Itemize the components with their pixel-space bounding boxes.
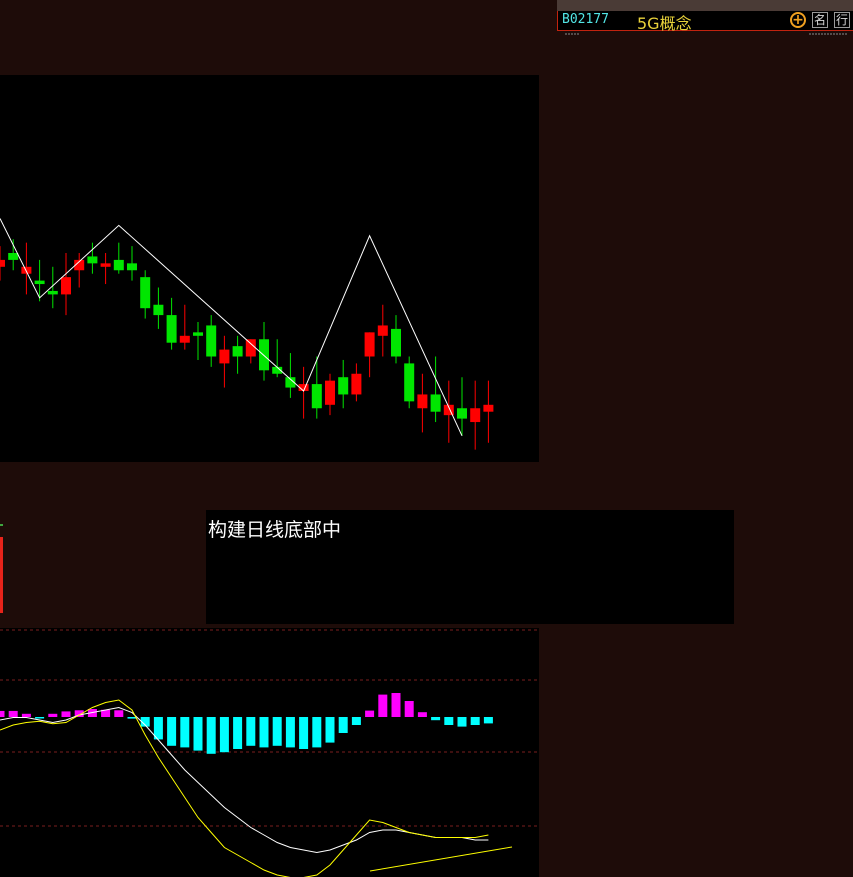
- macd-chart[interactable]: [0, 628, 539, 877]
- macd-bar: [470, 717, 480, 725]
- candle-body: [338, 377, 349, 395]
- macd-bar: [325, 717, 335, 743]
- window-top-strip: [557, 0, 853, 11]
- macd-bar: [312, 717, 322, 748]
- candle-body: [127, 263, 137, 271]
- candle-body: [325, 380, 335, 405]
- candle-body: [153, 304, 164, 316]
- candle-body: [113, 259, 124, 271]
- candle-body: [417, 394, 428, 409]
- candle-body: [430, 394, 441, 412]
- kline-chart[interactable]: [0, 75, 539, 462]
- candle-body: [47, 290, 58, 295]
- status-message: 构建日线底部中: [208, 519, 342, 541]
- quote-bar: B02177 5G概念 + 名 行: [557, 10, 853, 34]
- macd-bar: [180, 717, 190, 748]
- macd-bar: [259, 717, 269, 748]
- candle-body: [61, 277, 71, 295]
- macd-bar: [246, 717, 256, 746]
- macd-bar: [299, 717, 309, 749]
- candle-body: [193, 332, 203, 336]
- candle-body: [140, 277, 151, 309]
- candle-body: [21, 266, 32, 274]
- macd-bar: [483, 717, 493, 724]
- macd-bar: [167, 717, 177, 746]
- dea-line: [0, 699, 489, 877]
- macd-bar: [378, 694, 388, 717]
- candle-body: [391, 328, 401, 357]
- macd-bar: [351, 717, 361, 725]
- macd-bar: [0, 710, 5, 717]
- macd-bar: [233, 717, 243, 749]
- candle-body: [377, 325, 388, 336]
- candle-body: [100, 263, 111, 267]
- macd-bar: [219, 717, 229, 753]
- candle-body: [219, 349, 230, 364]
- industry-button[interactable]: 行: [834, 12, 850, 28]
- macd-bar: [365, 710, 375, 717]
- candle-body: [470, 408, 481, 423]
- macd-bar: [114, 710, 124, 717]
- candle-body: [232, 346, 243, 357]
- left-axis-tick: [0, 524, 3, 526]
- candle-body: [457, 408, 467, 419]
- macd-bar: [21, 713, 31, 717]
- macd-bar: [8, 710, 18, 717]
- candle-body: [206, 325, 217, 357]
- macd-bar: [431, 717, 441, 721]
- candle-body: [483, 404, 494, 412]
- macd-bar: [404, 701, 414, 717]
- dif-line: [0, 706, 489, 854]
- macd-bar: [457, 717, 467, 727]
- macd-bar: [193, 717, 203, 751]
- candle-body: [179, 335, 190, 343]
- stock-code[interactable]: B02177: [562, 12, 609, 27]
- macd-bar: [391, 693, 401, 717]
- left-volume-marker: [0, 537, 3, 613]
- candle-body: [245, 339, 256, 357]
- zigzag-trend-line: [0, 218, 463, 437]
- kline-chart-panel[interactable]: [0, 75, 539, 462]
- candle-body: [34, 280, 45, 285]
- macd-bar: [417, 712, 427, 717]
- candle-body: [311, 384, 322, 409]
- macd-bar: [61, 711, 71, 717]
- macd-bar: [35, 717, 45, 719]
- quote-subline: [565, 33, 847, 35]
- candle-body: [259, 339, 269, 371]
- macd-chart-panel[interactable]: [0, 628, 539, 877]
- candle-body: [351, 373, 362, 395]
- macd-bar: [338, 717, 348, 733]
- candle-body: [0, 259, 5, 267]
- candle-body: [166, 315, 177, 343]
- macd-bar: [48, 713, 58, 717]
- macd-bar: [444, 717, 454, 725]
- candle-body: [8, 253, 19, 260]
- candle-body: [364, 332, 375, 357]
- macd-bar: [127, 717, 137, 719]
- status-box: 构建日线底部中: [206, 510, 734, 624]
- stock-name[interactable]: 5G概念: [637, 10, 692, 34]
- rank-button[interactable]: 名: [812, 12, 828, 28]
- candle-body: [87, 256, 98, 264]
- trend-line: [369, 846, 513, 872]
- candle-body: [404, 363, 415, 402]
- macd-bar: [206, 717, 216, 754]
- macd-bar: [272, 717, 282, 746]
- macd-bar: [285, 717, 295, 748]
- add-to-watchlist-button[interactable]: +: [790, 12, 806, 28]
